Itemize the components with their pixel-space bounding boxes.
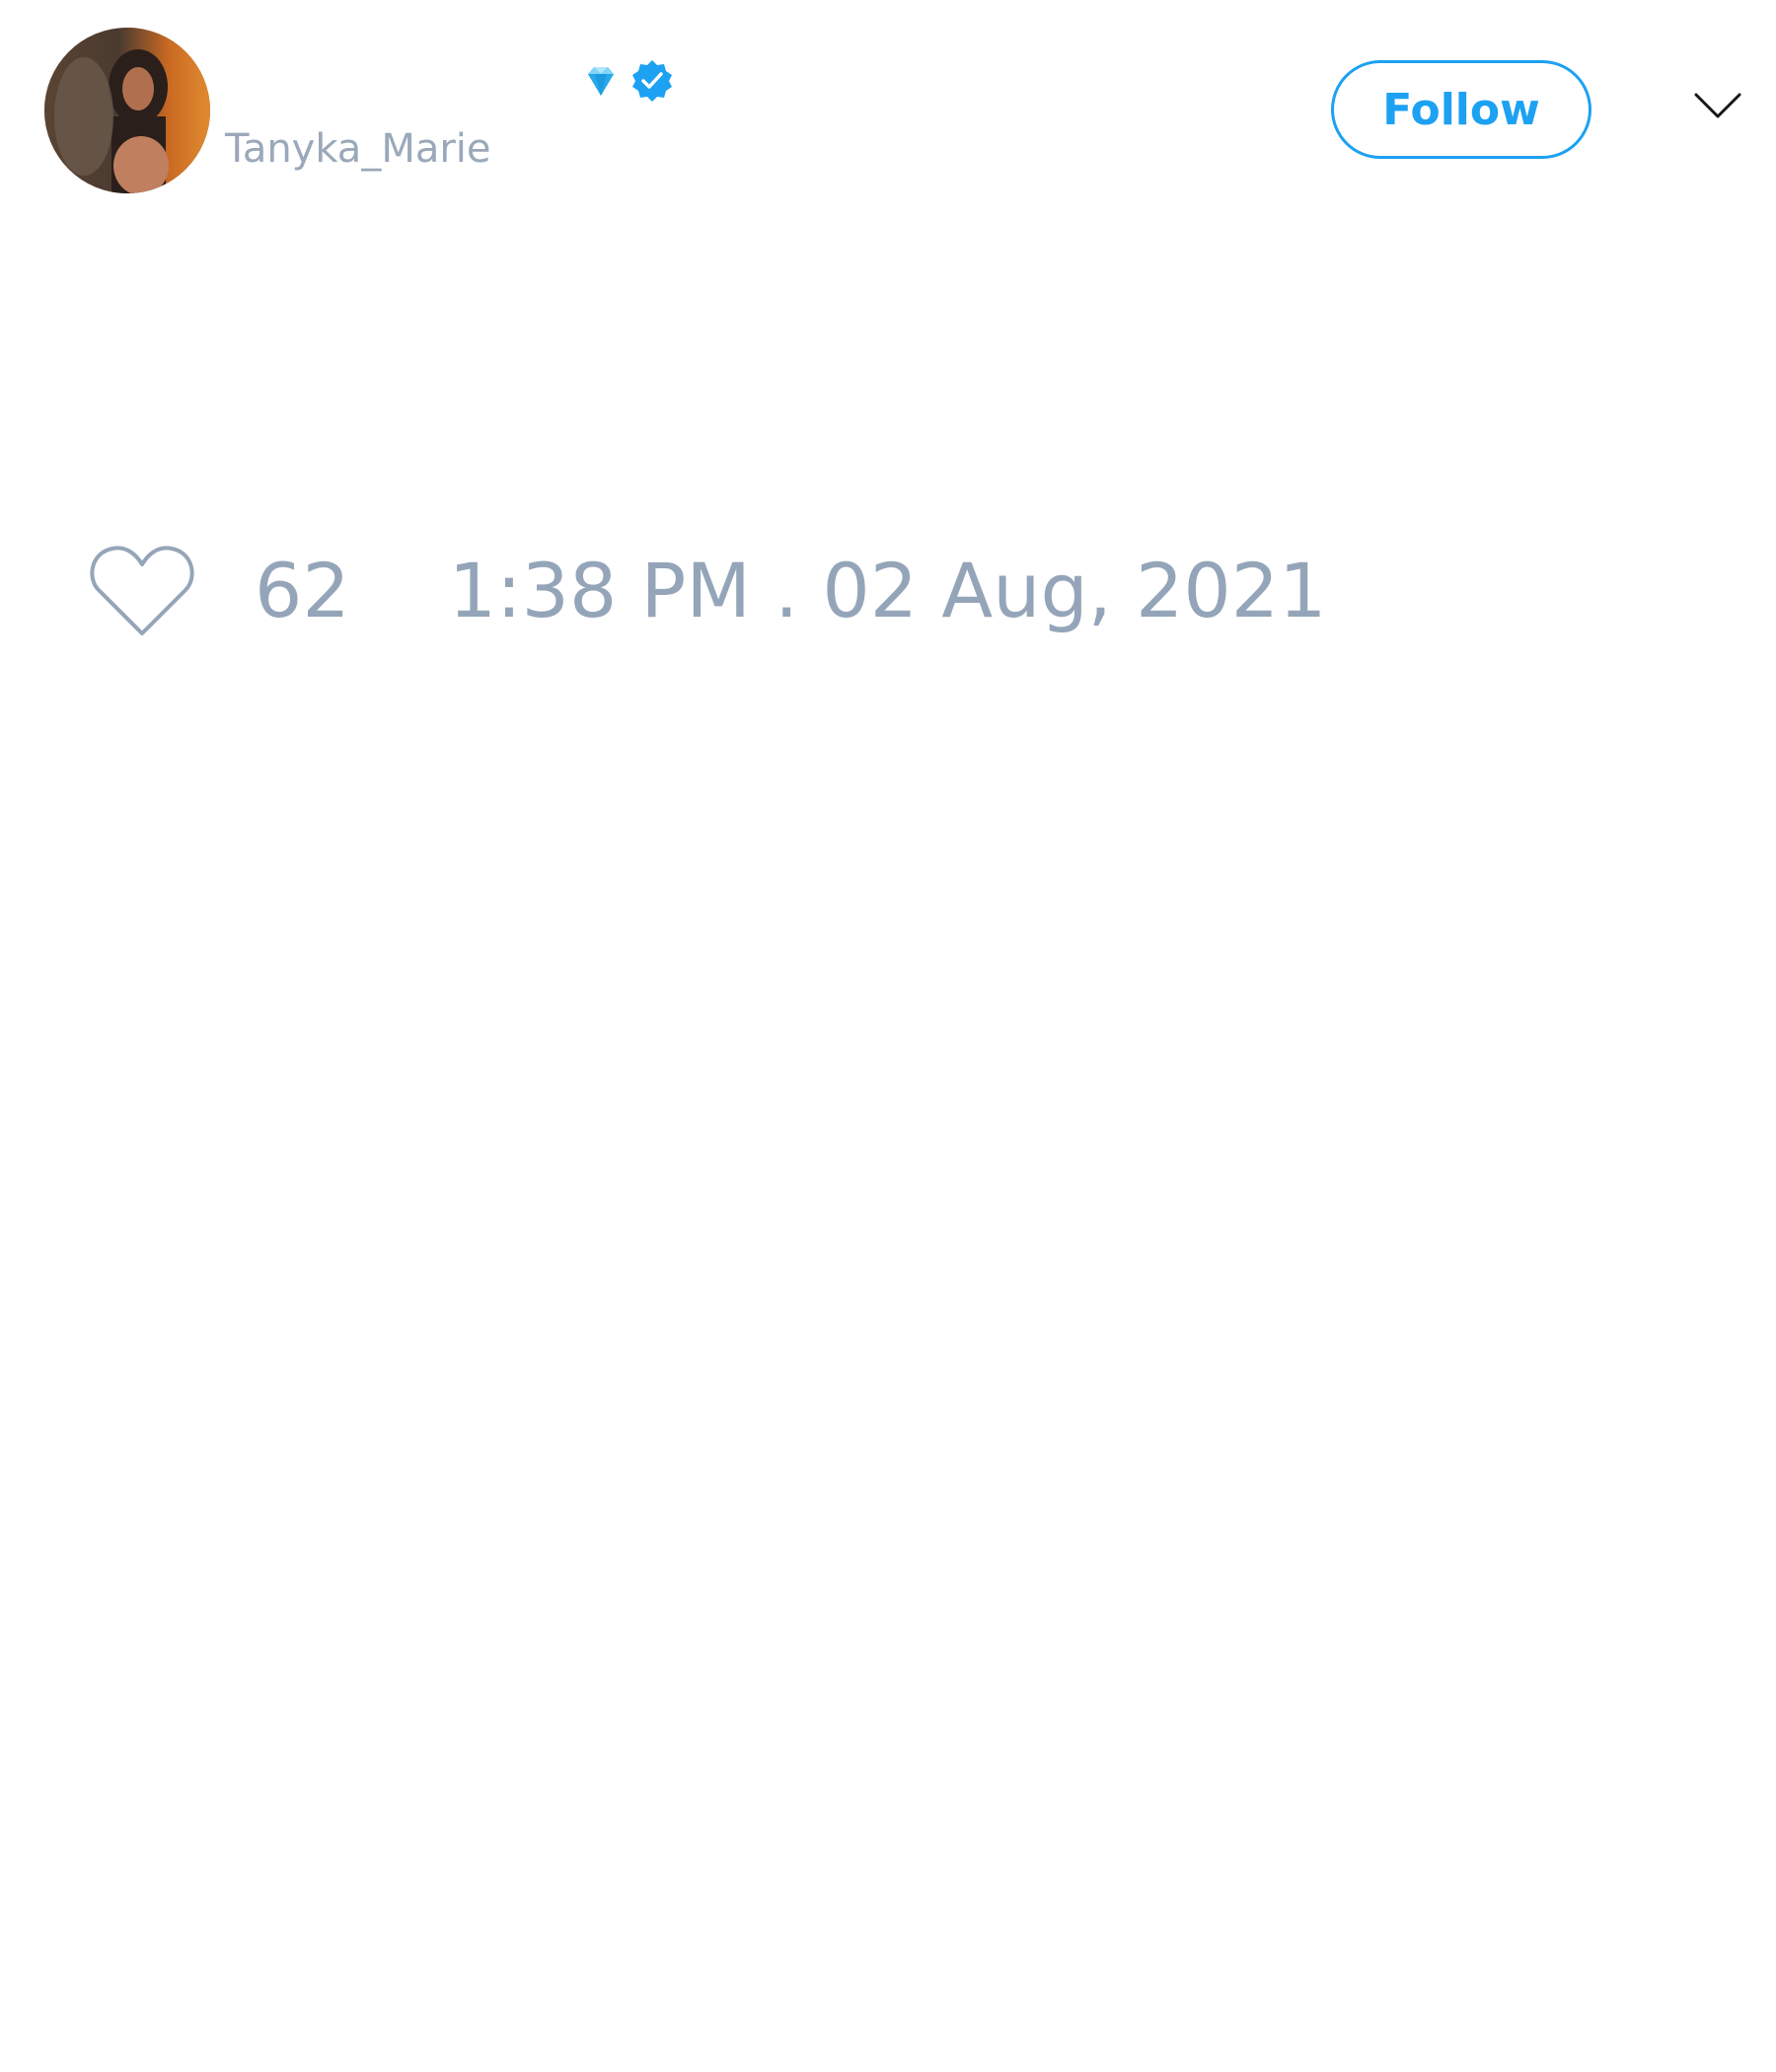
verified-badge-icon bbox=[632, 60, 672, 102]
avatar-image bbox=[44, 28, 210, 193]
heart-outline-icon[interactable] bbox=[89, 543, 195, 637]
tweet-card: Tanyka_Marie Follow 62 1:38 PM . 02 Aug,… bbox=[0, 0, 1776, 2072]
chevron-down-icon[interactable] bbox=[1693, 91, 1742, 120]
author-handle[interactable]: Tanyka_Marie bbox=[225, 126, 491, 172]
gem-icon bbox=[588, 67, 614, 96]
tweet-timestamp[interactable]: 1:38 PM . 02 Aug, 2021 bbox=[449, 547, 1327, 634]
follow-button[interactable]: Follow bbox=[1331, 60, 1591, 159]
tweet-stats-row: 62 1:38 PM . 02 Aug, 2021 bbox=[89, 541, 1326, 639]
display-name-row bbox=[572, 57, 675, 105]
like-count: 62 bbox=[255, 546, 350, 634]
avatar[interactable] bbox=[44, 28, 210, 193]
